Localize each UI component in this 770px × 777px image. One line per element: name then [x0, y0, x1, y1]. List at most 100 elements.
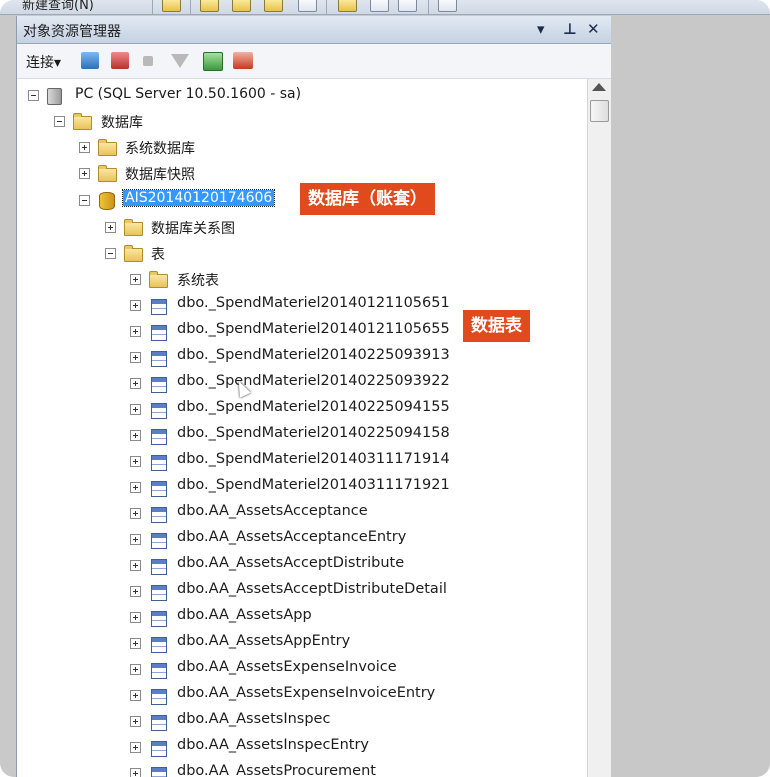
table-name: dbo._SpendMateriel20140121105651 — [177, 295, 450, 311]
stop-icon[interactable] — [143, 56, 153, 66]
table-icon — [151, 481, 167, 497]
object-explorer: 对象资源管理器 ▾ ⊥ ✕ 连接▾ PC (SQL Server 10.50.1… — [16, 16, 612, 777]
collapse-icon[interactable] — [105, 248, 116, 259]
database-callout: 数据库（账套） — [300, 183, 435, 215]
table-icon — [151, 715, 167, 731]
folder-icon — [98, 139, 117, 156]
collapse-icon[interactable] — [79, 195, 90, 206]
expand-icon[interactable] — [130, 404, 141, 415]
refresh-icon[interactable] — [203, 52, 223, 71]
server-label: PC (SQL Server 10.50.1600 - sa) — [75, 86, 302, 102]
save-all-icon[interactable] — [398, 0, 417, 12]
table-icon — [151, 611, 167, 627]
toolbar-separator — [428, 0, 429, 14]
object-explorer-toolbar: 连接▾ — [17, 44, 611, 79]
new-query-button[interactable]: 新建查询(N) — [22, 0, 94, 13]
table-icon — [151, 351, 167, 367]
expand-icon[interactable] — [130, 352, 141, 363]
vertical-scrollbar[interactable] — [587, 79, 611, 777]
table-name: dbo.AA_AssetsAcceptance — [177, 503, 368, 519]
window-position-dropdown-icon[interactable]: ▾ — [537, 20, 545, 38]
object-explorer-titlebar: 对象资源管理器 ▾ ⊥ ✕ — [17, 16, 611, 44]
expand-icon[interactable] — [130, 638, 141, 649]
toolbar-separator — [190, 0, 191, 14]
filter-icon[interactable] — [171, 54, 189, 68]
scroll-up-icon[interactable] — [592, 83, 606, 91]
table-name: dbo._SpendMateriel20140311171914 — [177, 451, 450, 467]
collapse-icon[interactable] — [54, 116, 65, 127]
expand-icon[interactable] — [130, 534, 141, 545]
expand-icon[interactable] — [130, 664, 141, 675]
table-name: dbo.AA_AssetsInspecEntry — [177, 737, 370, 753]
disconnect-icon[interactable] — [111, 52, 129, 69]
folder-icon — [124, 219, 143, 236]
table-icon — [151, 507, 167, 523]
expand-icon[interactable] — [130, 456, 141, 467]
expand-icon[interactable] — [130, 612, 141, 623]
tables-label: 表 — [151, 247, 165, 263]
expand-icon[interactable] — [79, 142, 90, 153]
pin-icon[interactable]: ⊥ — [563, 20, 577, 38]
expand-icon[interactable] — [130, 430, 141, 441]
scroll-thumb[interactable] — [590, 100, 609, 122]
expand-icon[interactable] — [130, 300, 141, 311]
app-window: 新建查询(N) 对象资源管理器 ▾ ⊥ ✕ 连接▾ PC (SQL Server… — [0, 0, 770, 777]
open-folder-icon[interactable] — [162, 0, 181, 12]
expand-icon[interactable] — [130, 716, 141, 727]
table-icon — [151, 325, 167, 341]
folder-icon — [98, 165, 117, 182]
table-name: dbo._SpendMateriel20140225094155 — [177, 399, 450, 415]
system-databases-label: 系统数据库 — [125, 141, 195, 157]
collapse-icon[interactable] — [28, 90, 39, 101]
connect-button[interactable]: 连接▾ — [26, 52, 61, 72]
expand-icon[interactable] — [105, 222, 116, 233]
table-icon — [151, 559, 167, 575]
table-icon — [151, 533, 167, 549]
expand-icon[interactable] — [130, 690, 141, 701]
document-icon[interactable] — [298, 0, 317, 12]
system-tables-label: 系统表 — [177, 273, 219, 289]
expand-icon[interactable] — [79, 168, 90, 179]
diagrams-label: 数据库关系图 — [151, 221, 235, 237]
expand-icon[interactable] — [130, 378, 141, 389]
table-name: dbo._SpendMateriel20140225093922 — [177, 373, 450, 389]
table-icon — [151, 403, 167, 419]
expand-icon[interactable] — [130, 586, 141, 597]
close-icon[interactable]: ✕ — [587, 20, 600, 38]
activity-monitor-icon[interactable] — [438, 0, 457, 12]
expand-icon[interactable] — [130, 508, 141, 519]
folder-icon — [73, 113, 92, 130]
expand-icon[interactable] — [130, 768, 141, 777]
save-icon[interactable] — [370, 0, 389, 12]
table-name: dbo.AA_AssetsAcceptDistribute — [177, 555, 405, 571]
expand-icon[interactable] — [130, 482, 141, 493]
new-file-icon[interactable] — [232, 0, 251, 12]
toolbar-separator — [152, 0, 153, 14]
expand-icon[interactable] — [130, 560, 141, 571]
table-icon — [151, 689, 167, 705]
start-powershell-icon[interactable] — [233, 52, 253, 69]
table-icon — [151, 767, 167, 777]
database-icon — [99, 192, 115, 210]
table-icon — [151, 299, 167, 315]
table-name: dbo.AA_AssetsApp — [177, 607, 312, 623]
table-name: dbo.AA_AssetsInspec — [177, 711, 331, 727]
expand-icon[interactable] — [130, 326, 141, 337]
table-icon — [151, 663, 167, 679]
folder-icon — [124, 245, 143, 262]
new-file-icon[interactable] — [200, 0, 219, 12]
table-icon — [151, 455, 167, 471]
open-icon[interactable] — [338, 0, 357, 12]
table-name: dbo.AA_AssetsProcurement — [177, 763, 376, 777]
table-icon — [151, 429, 167, 445]
expand-icon[interactable] — [130, 742, 141, 753]
table-icon — [151, 585, 167, 601]
main-toolbar: 新建查询(N) — [0, 0, 770, 15]
table-name: dbo.AA_AssetsAppEntry — [177, 633, 351, 649]
new-file-icon[interactable] — [264, 0, 283, 12]
server-icon — [47, 88, 62, 105]
expand-icon[interactable] — [130, 274, 141, 285]
table-icon — [151, 741, 167, 757]
connect-object-explorer-icon[interactable] — [81, 52, 99, 69]
table-callout: 数据表 — [463, 310, 530, 342]
